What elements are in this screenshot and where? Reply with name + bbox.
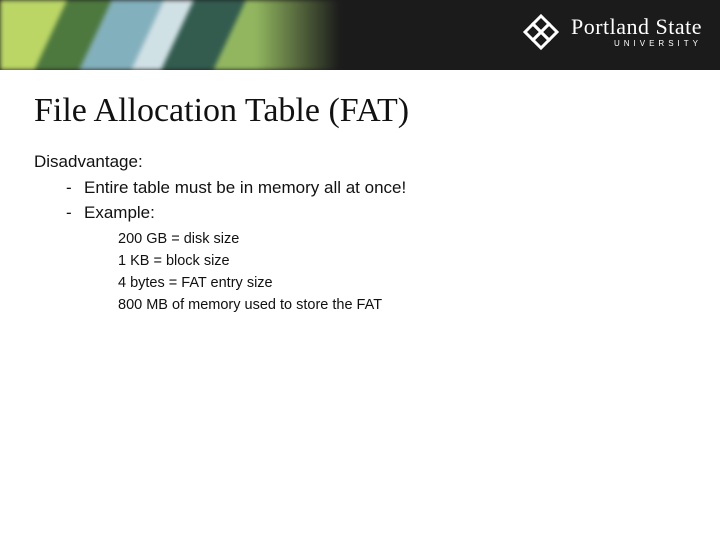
- list-item: - Entire table must be in memory all at …: [66, 176, 686, 201]
- university-logo: Portland State UNIVERSITY: [521, 12, 702, 52]
- slide-title: File Allocation Table (FAT): [34, 92, 686, 130]
- list-item: - Example:: [66, 201, 686, 226]
- bullet-text: Entire table must be in memory all at on…: [84, 176, 406, 201]
- interlock-icon: [521, 12, 561, 52]
- example-list: 200 GB = disk size 1 KB = block size 4 b…: [118, 229, 686, 316]
- list-item: 4 bytes = FAT entry size: [118, 273, 686, 295]
- logo-subtitle: UNIVERSITY: [571, 40, 702, 48]
- header-banner: Portland State UNIVERSITY: [0, 0, 720, 70]
- slide-content: File Allocation Table (FAT) Disadvantage…: [0, 70, 720, 316]
- dash-icon: -: [66, 176, 84, 201]
- list-item: 200 GB = disk size: [118, 229, 686, 251]
- bullet-text: Example:: [84, 201, 155, 226]
- logo-name: Portland State: [571, 16, 702, 38]
- dash-icon: -: [66, 201, 84, 226]
- slide: Portland State UNIVERSITY File Allocatio…: [0, 0, 720, 540]
- list-item: 1 KB = block size: [118, 251, 686, 273]
- subheading: Disadvantage:: [34, 152, 686, 172]
- banner-photo: [0, 0, 340, 70]
- bullet-list: - Entire table must be in memory all at …: [66, 176, 686, 225]
- list-item: 800 MB of memory used to store the FAT: [118, 295, 686, 317]
